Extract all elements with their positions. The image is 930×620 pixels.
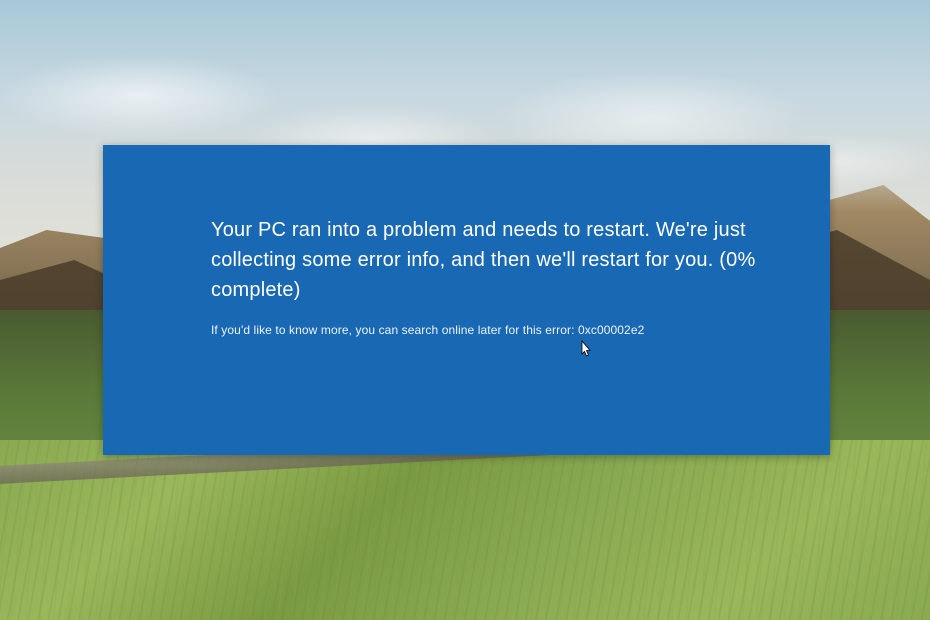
bsod-main-message: Your PC ran into a problem and needs to … [211, 215, 785, 305]
bsod-error-code-message: If you'd like to know more, you can sear… [211, 323, 785, 337]
bsod-error-panel: Your PC ran into a problem and needs to … [103, 145, 830, 455]
